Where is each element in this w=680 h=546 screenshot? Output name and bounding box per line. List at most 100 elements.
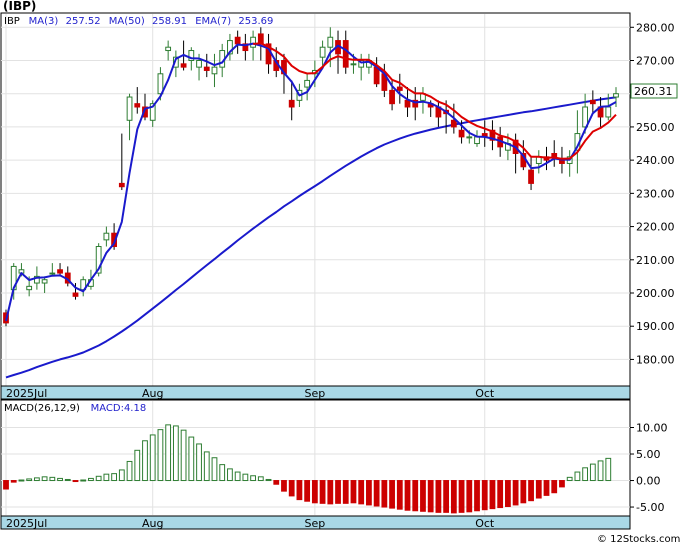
- macd-bar: [111, 473, 117, 482]
- legend-entry: 257.52: [66, 16, 101, 27]
- last-price-marker: 260.31: [630, 83, 678, 99]
- macd-bar: [203, 451, 210, 482]
- macd-bar: [188, 436, 195, 482]
- macd-bar: [296, 480, 303, 501]
- macd-bar: [520, 480, 527, 504]
- macd-bar: [103, 473, 110, 482]
- price-y-tick-label: 190.00: [636, 320, 675, 333]
- candle-body: [458, 129, 465, 138]
- candle-body: [605, 106, 612, 118]
- price-x-tick-label: Aug: [142, 387, 163, 400]
- macd-bar: [566, 476, 573, 482]
- macd-bar: [396, 480, 403, 510]
- price-y-tick-label: 250.00: [636, 121, 675, 134]
- macd-bar: [304, 480, 311, 502]
- legend-entry: IBP: [4, 16, 20, 27]
- candle-body: [327, 36, 334, 48]
- macd-x-tick-label: 2025Jul: [6, 517, 47, 530]
- candle-body: [41, 279, 48, 284]
- macd-bar: [126, 460, 133, 482]
- candle-body: [134, 103, 141, 108]
- candle-body: [342, 40, 349, 68]
- macd-bar: [582, 467, 589, 482]
- candle-body: [103, 232, 110, 241]
- chart-title: (IBP): [3, 0, 36, 13]
- macd-bar: [559, 480, 565, 488]
- macd-legend-entry: MACD:4.18: [91, 403, 147, 414]
- legend-entry: 258.91: [152, 16, 187, 27]
- macd-bar: [180, 429, 187, 482]
- price-y-tick-label: 270.00: [636, 55, 675, 68]
- macd-bar: [420, 480, 426, 512]
- macd-bar: [342, 480, 349, 504]
- macd-bar: [458, 480, 465, 513]
- macd-bar: [412, 480, 419, 512]
- macd-bar: [149, 434, 156, 482]
- macd-bar: [95, 475, 102, 482]
- macd-y-tick-label: 0.00: [636, 475, 661, 488]
- macd-legend: MACD(26,12,9) MACD:4.18: [4, 403, 146, 414]
- macd-bar: [165, 424, 172, 482]
- macd-bar: [281, 480, 287, 492]
- macd-bar: [481, 480, 488, 511]
- macd-bar: [574, 471, 581, 482]
- macd-bar: [512, 480, 519, 506]
- price-chart-svg: 180.00 190.00 200.00 210.00 220.00 230.00 240.…: [0, 0, 680, 546]
- candle-body: [551, 153, 558, 158]
- legend-entry: MA(50): [109, 16, 145, 27]
- macd-bar: [33, 477, 40, 482]
- macd-bar: [505, 480, 511, 508]
- macd-bar: [157, 429, 164, 482]
- candle-body: [304, 79, 311, 88]
- macd-bar: [257, 476, 264, 482]
- macd-x-tick-label: Oct: [475, 517, 495, 530]
- last-price-label: 260.31: [634, 85, 673, 98]
- candle-body: [613, 93, 619, 98]
- macd-bar: [234, 471, 241, 482]
- macd-bar: [265, 478, 272, 482]
- price-y-tick-label: 230.00: [636, 187, 675, 200]
- macd-bar: [350, 480, 357, 504]
- candle-body: [118, 182, 125, 188]
- candle-body: [203, 66, 210, 71]
- macd-bar: [49, 476, 56, 482]
- macd-bar: [64, 478, 71, 482]
- macd-bar: [366, 480, 372, 506]
- candle-body: [72, 292, 79, 297]
- macd-bar: [605, 457, 612, 482]
- price-y-tick-label: 280.00: [636, 21, 675, 34]
- price-y-tick-label: 210.00: [636, 254, 675, 267]
- macd-bar: [250, 475, 256, 482]
- price-y-tick-label: 200.00: [636, 287, 675, 300]
- macd-bar: [427, 480, 434, 513]
- credit-text: © 12Stocks.com: [597, 534, 680, 545]
- macd-bar: [196, 443, 202, 482]
- chart-container: 180.00 190.00 200.00 210.00 220.00 230.00 240.…: [0, 0, 680, 546]
- candle-body: [26, 285, 33, 291]
- candle-body: [196, 60, 202, 68]
- macd-bar: [26, 478, 33, 482]
- macd-bar: [535, 480, 542, 499]
- macd-bar: [219, 464, 226, 482]
- macd-y-tick-label: 10.00: [636, 422, 668, 435]
- macd-legend-entry: MACD(26,12,9): [4, 403, 80, 414]
- price-y-tick-label: 240.00: [636, 154, 675, 167]
- candle-body: [404, 99, 411, 108]
- macd-bar: [358, 480, 365, 505]
- candle-body: [350, 63, 357, 66]
- legend-entry: MA(3): [29, 16, 59, 27]
- macd-bar: [10, 480, 17, 483]
- macd-bar: [335, 480, 341, 504]
- price-x-tick-label: Sep: [304, 387, 325, 400]
- macd-bar: [474, 480, 480, 512]
- macd-bar: [3, 480, 9, 490]
- macd-y-tick-label: 5.00: [636, 448, 661, 461]
- macd-bar: [227, 468, 233, 482]
- macd-bar: [211, 457, 218, 482]
- price-y-tick-label: 220.00: [636, 221, 675, 234]
- candle-body: [211, 66, 218, 75]
- macd-bar: [18, 479, 25, 482]
- macd-bar: [389, 480, 395, 509]
- candle-body: [165, 46, 172, 52]
- candle-body: [126, 96, 133, 121]
